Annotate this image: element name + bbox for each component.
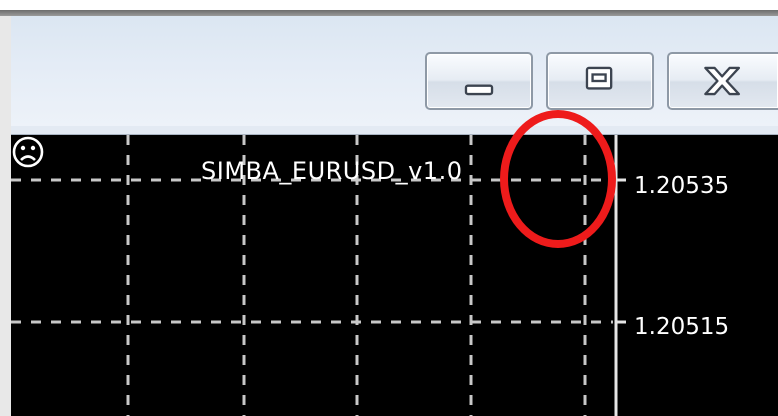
restore-button[interactable] (546, 52, 654, 110)
sad-face-icon[interactable] (11, 135, 45, 169)
close-icon (704, 66, 741, 96)
price-label-1: 1.20535 (634, 173, 730, 199)
close-button[interactable] (667, 52, 778, 110)
titlebar-divider (11, 126, 778, 135)
expert-advisor-label: SIMBA_EURUSD_v1.0 (201, 157, 463, 185)
chart-window-titlebar[interactable] (11, 16, 778, 126)
price-chart[interactable]: SIMBA_EURUSD_v1.0 1.20535 1.20515 (11, 135, 778, 416)
price-label-2: 1.20515 (634, 314, 730, 340)
restore-icon (585, 66, 613, 90)
minimize-button[interactable] (425, 52, 533, 110)
minimize-icon (464, 84, 494, 96)
